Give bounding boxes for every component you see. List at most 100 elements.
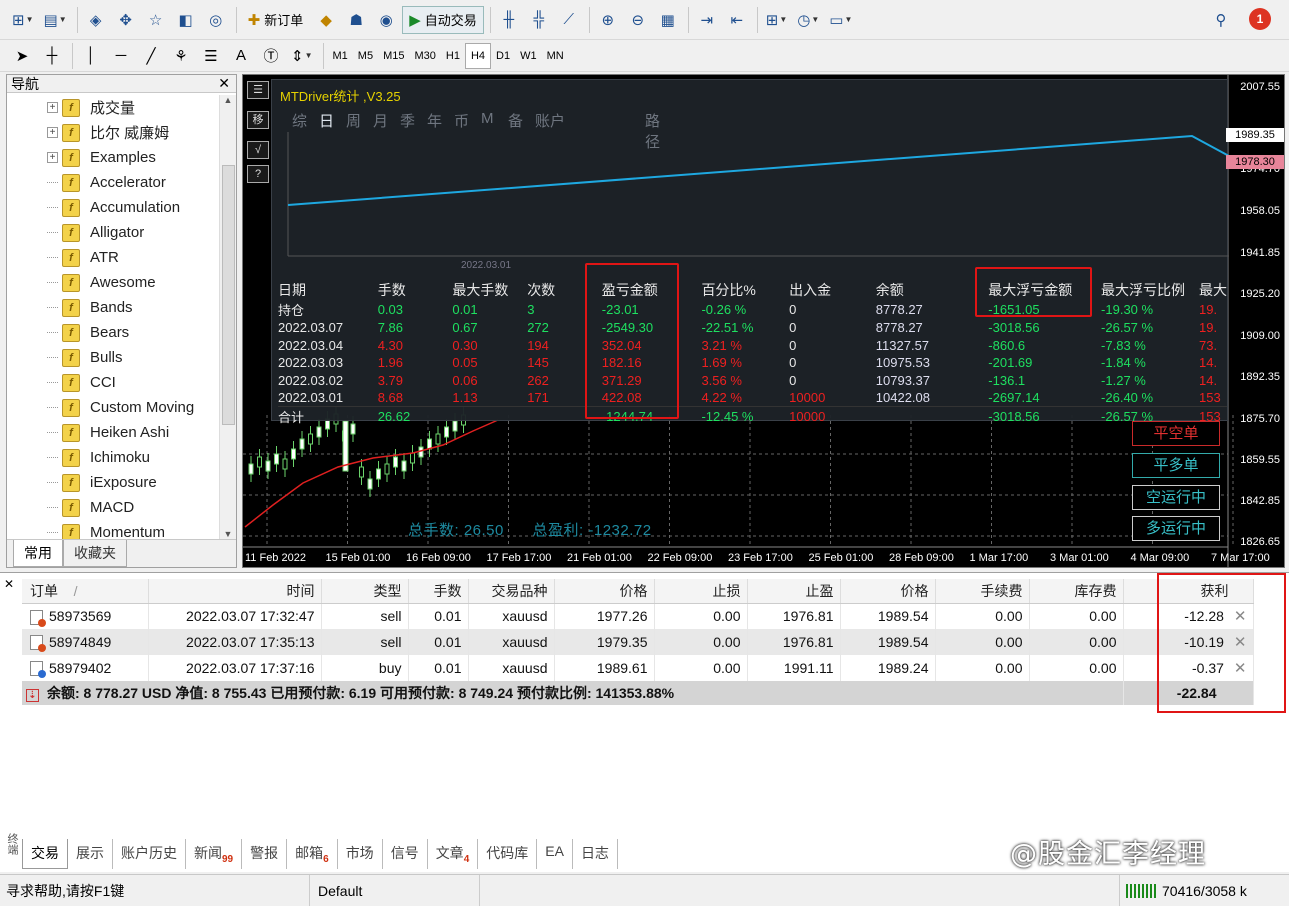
order-row[interactable]: 58979402 2022.03.07 17:37:16 buy 0.01 xauusd…	[22, 655, 1254, 681]
navigator-item[interactable]: f CCI	[7, 370, 219, 395]
navigator-item[interactable]: f Awesome	[7, 270, 219, 295]
terminal-tab[interactable]: 代码库	[478, 839, 538, 869]
community-icon[interactable]: ☗	[342, 6, 370, 34]
chart-menu-icon[interactable]: ☰	[247, 81, 269, 99]
stats-tab[interactable]: 季	[400, 110, 427, 152]
auto-trading-button[interactable]: ▶ 自动交易	[402, 5, 484, 34]
search-icon[interactable]: ⚲	[1207, 6, 1235, 34]
arrows-icon[interactable]: ⇕ ▼	[287, 42, 317, 70]
navigator-item[interactable]: f Accumulation	[7, 195, 219, 220]
scroll-up-icon[interactable]: ▲	[220, 95, 236, 105]
navigator-item[interactable]: f Momentum	[7, 520, 219, 539]
col-type[interactable]: 类型	[321, 579, 409, 604]
vertical-line-icon[interactable]: │	[77, 42, 105, 70]
timeframe-m15[interactable]: M15	[378, 43, 409, 69]
indicators-icon[interactable]: ⊞ ▼	[762, 6, 792, 34]
fibonacci-icon[interactable]: ☰	[197, 42, 225, 70]
col-open-price[interactable]: 价格	[554, 579, 655, 604]
col-swap[interactable]: 库存费	[1029, 579, 1124, 604]
navigator-item[interactable]: f Alligator	[7, 220, 219, 245]
navigator-item[interactable]: f Bulls	[7, 345, 219, 370]
close-icon[interactable]: ✕	[218, 75, 230, 92]
col-sl[interactable]: 止损	[654, 579, 748, 604]
navigator-item[interactable]: f Bands	[7, 295, 219, 320]
navigator-item[interactable]: f Bears	[7, 320, 219, 345]
timeframe-m30[interactable]: M30	[409, 43, 440, 69]
terminal-tab[interactable]: 交易	[22, 839, 68, 869]
line-chart-icon[interactable]: ⟋	[555, 6, 583, 34]
terminal-tab[interactable]: 账户历史	[113, 839, 186, 869]
navigator-tab[interactable]: 常用	[13, 540, 63, 567]
stats-tab[interactable]: 币	[454, 110, 481, 152]
scroll-down-icon[interactable]: ▼	[220, 529, 236, 539]
long-running-button[interactable]: 多运行中	[1132, 516, 1220, 541]
terminal-tab[interactable]: 警报	[242, 839, 288, 869]
navigator-item[interactable]: f Custom Moving	[7, 395, 219, 420]
col-lots[interactable]: 手数	[408, 579, 469, 604]
timeframe-m1[interactable]: M1	[328, 43, 353, 69]
timeframe-h1[interactable]: H1	[441, 43, 465, 69]
expand-icon[interactable]: +	[47, 127, 58, 138]
check-icon[interactable]: √	[247, 141, 269, 159]
terminal-tab[interactable]: 邮箱6	[287, 839, 338, 869]
crosshair-icon[interactable]: ┼	[38, 42, 66, 70]
zoom-out-icon[interactable]: ⊖	[624, 6, 652, 34]
navigator-tab[interactable]: 收藏夹	[63, 540, 127, 567]
stats-tab[interactable]: 周	[346, 110, 373, 152]
stats-tab[interactable]: 备	[508, 110, 535, 152]
templates-icon[interactable]: ▭ ▼	[825, 6, 856, 34]
periods-icon[interactable]: ◷ ▼	[793, 6, 823, 34]
profiles-icon[interactable]: ▤ ▼	[40, 6, 71, 34]
terminal-icon[interactable]: ◧	[172, 6, 200, 34]
close-long-button[interactable]: 平多单	[1132, 453, 1220, 478]
chart-window[interactable]: ☰ 移 √ ? MTDriver统计 ,V3.25 综日周月季年币 M 备账户 路径 …	[242, 74, 1285, 568]
timeframe-w1[interactable]: W1	[515, 43, 542, 69]
col-fee[interactable]: 手续费	[935, 579, 1030, 604]
cursor-icon[interactable]: ➤	[8, 42, 36, 70]
horizontal-line-icon[interactable]: ─	[107, 42, 135, 70]
stats-tab[interactable]: 年	[427, 110, 454, 152]
navigator-item[interactable]: f MACD	[7, 495, 219, 520]
navigator-item[interactable]: + f Examples	[7, 145, 219, 170]
navigator-item[interactable]: + f 成交量	[7, 95, 219, 120]
navigator-item[interactable]: + f 比尔 威廉姆	[7, 120, 219, 145]
text-label-icon[interactable]: Ⓣ	[257, 42, 285, 70]
timeframe-h4[interactable]: H4	[464, 42, 491, 69]
timeframe-m5[interactable]: M5	[353, 43, 378, 69]
scroll-thumb[interactable]	[222, 165, 235, 425]
signals-icon[interactable]: ◉	[372, 6, 400, 34]
navigator-item[interactable]: f ATR	[7, 245, 219, 270]
terminal-tab[interactable]: 市场	[338, 839, 383, 869]
stats-tab[interactable]: M	[481, 110, 508, 152]
expand-icon[interactable]: +	[47, 102, 58, 113]
close-icon[interactable]: ✕	[4, 577, 14, 591]
col-order[interactable]: 订单 /	[22, 579, 149, 604]
order-row[interactable]: 58973569 2022.03.07 17:32:47 sell 0.01 xauus…	[22, 603, 1254, 629]
terminal-tab[interactable]: 文章4	[428, 839, 479, 869]
market-watch-icon[interactable]: ◈	[82, 6, 110, 34]
chart-shift-icon[interactable]: ⇤	[723, 6, 751, 34]
navigator-item[interactable]: f iExposure	[7, 470, 219, 495]
stats-tab[interactable]: 综	[292, 110, 319, 152]
stats-tab[interactable]: 账户	[535, 110, 595, 152]
stats-tab[interactable]: 月	[373, 110, 400, 152]
col-price[interactable]: 价格	[840, 579, 936, 604]
col-time[interactable]: 时间	[148, 579, 322, 604]
terminal-tab[interactable]: EA	[537, 839, 573, 869]
text-tool[interactable]: A	[227, 42, 255, 70]
terminal-tab[interactable]: 展示	[68, 839, 113, 869]
close-short-button[interactable]: 平空单	[1132, 421, 1220, 446]
stats-tab[interactable]: 路径	[645, 110, 672, 152]
strategy-tester-icon[interactable]: ◎	[202, 6, 230, 34]
col-symbol[interactable]: 交易品种	[468, 579, 555, 604]
trendline-icon[interactable]: ╱	[137, 42, 165, 70]
crosshair-nav-icon[interactable]: ✥	[112, 6, 140, 34]
timeframe-d1[interactable]: D1	[491, 43, 515, 69]
move-icon[interactable]: 移	[247, 111, 269, 129]
auto-scroll-icon[interactable]: ⇥	[693, 6, 721, 34]
navigator-item[interactable]: f Heiken Ashi	[7, 420, 219, 445]
zoom-in-icon[interactable]: ⊕	[594, 6, 622, 34]
timeframe-mn[interactable]: MN	[542, 43, 569, 69]
short-running-button[interactable]: 空运行中	[1132, 485, 1220, 510]
expand-icon[interactable]: +	[47, 152, 58, 163]
